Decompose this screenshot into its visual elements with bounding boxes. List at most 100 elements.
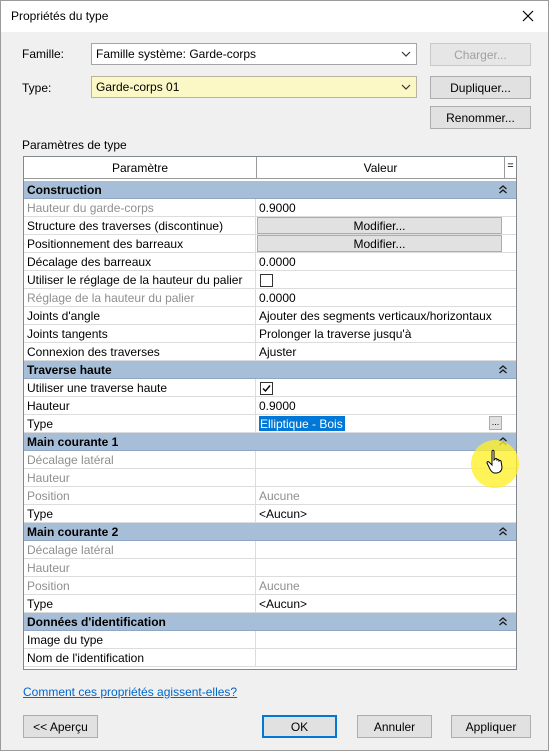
collapse-icon[interactable] bbox=[498, 364, 508, 375]
charger-button[interactable]: Charger... bbox=[430, 43, 531, 66]
column-header-equals[interactable]: = bbox=[505, 157, 516, 178]
parameter-name: Joints tangents bbox=[24, 325, 256, 343]
parameter-name: Décalage latéral bbox=[24, 541, 256, 559]
parameter-value[interactable] bbox=[256, 649, 516, 667]
type-properties-dialog: Propriétés du type Famille: Famille syst… bbox=[0, 0, 549, 751]
parameter-value[interactable]: Prolonger la traverse jusqu'à bbox=[256, 325, 516, 343]
parameter-value[interactable]: 0.0000 bbox=[256, 289, 516, 307]
title-bar: Propriétés du type bbox=[1, 1, 548, 32]
browse-button[interactable]: ... bbox=[489, 416, 502, 430]
parameter-name: Utiliser le réglage de la hauteur du pal… bbox=[24, 271, 256, 289]
window-title: Propriétés du type bbox=[11, 9, 109, 23]
parameter-row[interactable]: Type Elliptique - Bois... bbox=[24, 415, 516, 433]
type-value-editor[interactable]: Elliptique - Bois... bbox=[257, 415, 502, 432]
parameter-row[interactable]: Hauteur du garde-corps 0.9000 bbox=[24, 199, 516, 217]
parameter-name: Type bbox=[24, 505, 256, 523]
column-header-valeur[interactable]: Valeur bbox=[257, 157, 505, 178]
selected-value-text[interactable]: Elliptique - Bois bbox=[259, 416, 345, 431]
hand-cursor-icon bbox=[486, 449, 503, 474]
group-header[interactable]: Construction bbox=[24, 181, 516, 199]
parameter-row[interactable]: Positionnement des barreaux Modifier... bbox=[24, 235, 516, 253]
annuler-button[interactable]: Annuler bbox=[357, 715, 432, 738]
parameter-value[interactable]: 0.9000 bbox=[256, 397, 516, 415]
parameter-row[interactable]: Structure des traverses (discontinue) Mod… bbox=[24, 217, 516, 235]
modifier-button[interactable]: Modifier... bbox=[257, 235, 502, 252]
parameter-row[interactable]: Position Aucune bbox=[24, 487, 516, 505]
parameter-name: Hauteur bbox=[24, 559, 256, 577]
parameter-name: Hauteur bbox=[24, 397, 256, 415]
group-header[interactable]: Main courante 1 bbox=[24, 433, 516, 451]
grid-rows: Construction Hauteur du garde-corps 0.9000… bbox=[24, 181, 516, 667]
parameter-row[interactable]: Joints d'angle Ajouter des segments verti… bbox=[24, 307, 516, 325]
help-link[interactable]: Comment ces propriétés agissent-elles? bbox=[23, 685, 237, 699]
parameter-row[interactable]: Utiliser une traverse haute bbox=[24, 379, 516, 397]
parameter-name: Position bbox=[24, 487, 256, 505]
collapse-icon[interactable] bbox=[498, 616, 508, 627]
group-title: Traverse haute bbox=[27, 363, 112, 377]
parameter-name: Structure des traverses (discontinue) bbox=[24, 217, 256, 235]
famille-label: Famille: bbox=[22, 47, 65, 61]
renommer-button[interactable]: Renommer... bbox=[430, 106, 531, 129]
checkmark-icon bbox=[262, 385, 271, 393]
famille-select[interactable]: Famille système: Garde-corps bbox=[91, 43, 417, 65]
section-label: Paramètres de type bbox=[22, 138, 127, 152]
parameter-value[interactable]: Aucune bbox=[256, 577, 516, 595]
collapse-icon[interactable] bbox=[498, 184, 508, 195]
checkbox[interactable] bbox=[260, 274, 273, 287]
grid-header: Paramètre Valeur = bbox=[24, 157, 516, 179]
close-icon[interactable] bbox=[518, 6, 538, 26]
parameter-name: Utiliser une traverse haute bbox=[24, 379, 256, 397]
dupliquer-button[interactable]: Dupliquer... bbox=[430, 76, 531, 99]
group-header[interactable]: Données d'identification bbox=[24, 613, 516, 631]
parameter-row[interactable]: Image du type bbox=[24, 631, 516, 649]
famille-value: Famille système: Garde-corps bbox=[96, 47, 257, 61]
parameter-row[interactable]: Type <Aucun> bbox=[24, 505, 516, 523]
modifier-button[interactable]: Modifier... bbox=[257, 217, 502, 234]
parameter-name: Hauteur bbox=[24, 469, 256, 487]
parameter-row[interactable]: Hauteur bbox=[24, 559, 516, 577]
parameter-row[interactable]: Joints tangents Prolonger la traverse jus… bbox=[24, 325, 516, 343]
parameter-row[interactable]: Type <Aucun> bbox=[24, 595, 516, 613]
parameter-row[interactable]: Décalage des barreaux 0.0000 bbox=[24, 253, 516, 271]
parameter-name: Décalage latéral bbox=[24, 451, 256, 469]
parameter-value[interactable]: <Aucun> bbox=[256, 505, 516, 523]
group-title: Données d'identification bbox=[27, 615, 166, 629]
parameter-name: Hauteur du garde-corps bbox=[24, 199, 256, 217]
collapse-icon[interactable] bbox=[498, 526, 508, 537]
type-select[interactable]: Garde-corps 01 bbox=[91, 76, 417, 98]
parameter-name: Connexion des traverses bbox=[24, 343, 256, 361]
parameter-value[interactable]: Ajuster bbox=[256, 343, 516, 361]
parameter-row[interactable]: Position Aucune bbox=[24, 577, 516, 595]
parameter-value[interactable] bbox=[256, 559, 516, 577]
parameter-value[interactable] bbox=[256, 541, 516, 559]
parameter-value[interactable]: Aucune bbox=[256, 487, 516, 505]
parameter-row[interactable]: Connexion des traverses Ajuster bbox=[24, 343, 516, 361]
parameter-row[interactable]: Hauteur bbox=[24, 469, 516, 487]
column-header-parametre[interactable]: Paramètre bbox=[24, 157, 257, 178]
apercu-button[interactable]: << Aperçu bbox=[23, 715, 98, 738]
parameter-name: Décalage des barreaux bbox=[24, 253, 256, 271]
parameter-value[interactable] bbox=[256, 631, 516, 649]
appliquer-button[interactable]: Appliquer bbox=[451, 715, 531, 738]
group-title: Construction bbox=[27, 183, 102, 197]
group-header[interactable]: Main courante 2 bbox=[24, 523, 516, 541]
parameter-value[interactable]: <Aucun> bbox=[256, 595, 516, 613]
parameter-row[interactable]: Hauteur 0.9000 bbox=[24, 397, 516, 415]
ok-button[interactable]: OK bbox=[262, 715, 337, 738]
parameter-row[interactable]: Décalage latéral bbox=[24, 451, 516, 469]
parameter-row[interactable]: Nom de l'identification bbox=[24, 649, 516, 667]
parameter-name: Positionnement des barreaux bbox=[24, 235, 256, 253]
parameter-name: Image du type bbox=[24, 631, 256, 649]
parameter-value[interactable]: Ajouter des segments verticaux/horizonta… bbox=[256, 307, 516, 325]
parameter-name: Nom de l'identification bbox=[24, 649, 256, 667]
parameter-row[interactable]: Réglage de la hauteur du palier 0.0000 bbox=[24, 289, 516, 307]
parameter-value[interactable]: 0.0000 bbox=[256, 253, 516, 271]
parameter-value[interactable]: 0.9000 bbox=[256, 199, 516, 217]
parameter-row[interactable]: Décalage latéral bbox=[24, 541, 516, 559]
parameter-name: Type bbox=[24, 595, 256, 613]
checkbox[interactable] bbox=[260, 382, 273, 395]
parameter-row[interactable]: Utiliser le réglage de la hauteur du pal… bbox=[24, 271, 516, 289]
parameter-name: Réglage de la hauteur du palier bbox=[24, 289, 256, 307]
group-header[interactable]: Traverse haute bbox=[24, 361, 516, 379]
type-label: Type: bbox=[22, 81, 52, 95]
